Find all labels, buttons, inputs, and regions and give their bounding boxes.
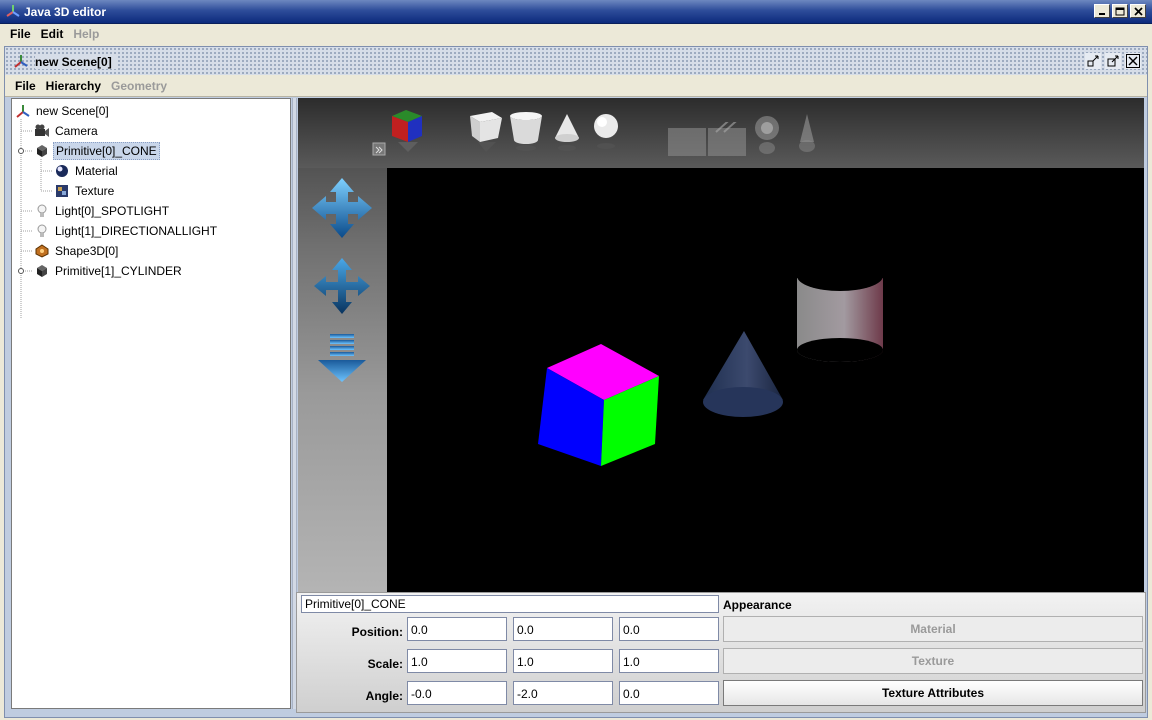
tree-node-label: Shape3D[0] (55, 244, 119, 258)
scene-menubar: File Hierarchy Geometry (5, 75, 1147, 97)
tree-node-camera[interactable]: Camera (34, 122, 100, 140)
tree-node-label: Light[0]_SPOTLIGHT (55, 204, 170, 218)
frame-close-button[interactable] (1125, 53, 1141, 69)
shape3d-icon (34, 243, 50, 259)
restore-icon (1107, 55, 1119, 67)
tree-node-scene[interactable]: new Scene[0] (15, 102, 111, 120)
scene-cone-object[interactable] (703, 331, 783, 417)
viewport-panel (298, 98, 1144, 592)
scene-cube-object[interactable] (538, 344, 659, 466)
3d-canvas[interactable] (387, 168, 1144, 592)
texture-attributes-button[interactable]: Texture Attributes (723, 680, 1143, 706)
point-light-icon[interactable] (750, 112, 784, 158)
texture-icon (54, 183, 70, 199)
position-z-field[interactable]: 0.0 (619, 617, 719, 641)
frame-iconify-button[interactable] (1085, 53, 1101, 69)
move-down-icon[interactable] (316, 332, 368, 384)
cylinder-icon[interactable] (508, 110, 546, 154)
scene-axes-icon (14, 55, 28, 68)
tree-node-texture[interactable]: Texture (54, 182, 116, 200)
maximize-icon (1115, 7, 1125, 15)
menu-help[interactable]: Help (68, 27, 104, 41)
expand-toolbar-icon[interactable] (372, 142, 386, 156)
tree-node-primitive-cone[interactable]: Primitive[0]_CONE (34, 142, 160, 160)
tree-node-label: new Scene[0] (36, 104, 109, 118)
scale-x-field[interactable]: 1.0 (407, 649, 507, 673)
java-app-icon (6, 5, 20, 17)
minimize-button[interactable] (1094, 4, 1110, 18)
close-button[interactable] (1130, 4, 1146, 18)
position-x-field[interactable]: 0.0 (407, 617, 507, 641)
3d-scene-render[interactable] (387, 168, 1144, 592)
scene-title: new Scene[0] (35, 55, 116, 69)
tree-node-directionallight[interactable]: Light[1]_DIRECTIONALLIGHT (34, 222, 219, 240)
tree-node-spotlight[interactable]: Light[0]_SPOTLIGHT (34, 202, 171, 220)
scene-menu-file[interactable]: File (10, 79, 41, 93)
tree-node-shape3d[interactable]: Shape3D[0] (34, 242, 120, 260)
plane-icon[interactable] (666, 122, 746, 158)
iconify-icon (1087, 55, 1099, 67)
scene-hierarchy-tree[interactable]: new Scene[0] Camera Primitive[0]_CONE Ma… (11, 98, 291, 709)
position-label: Position: (351, 625, 403, 639)
geometry-toolbar (298, 98, 1144, 168)
lightbulb-icon (34, 203, 50, 219)
primitive-cube-icon (34, 263, 50, 279)
scene-titlebar[interactable]: new Scene[0] (5, 47, 1147, 75)
cone-icon[interactable] (553, 112, 583, 154)
tree-node-label: Light[1]_DIRECTIONALLIGHT (55, 224, 218, 238)
menu-edit[interactable]: Edit (36, 27, 69, 41)
appearance-label: Appearance (723, 598, 792, 612)
material-button[interactable]: Material (723, 616, 1143, 642)
tree-node-label: Primitive[0]_CONE (53, 142, 160, 160)
spot-light-icon[interactable] (794, 112, 820, 158)
object-name-input[interactable] (301, 595, 719, 613)
minimize-icon (1099, 13, 1105, 15)
scene-menu-geometry[interactable]: Geometry (106, 79, 172, 93)
scene-internal-frame: new Scene[0] File Hierarchy Geometry new… (4, 46, 1148, 718)
box-icon[interactable] (468, 110, 506, 154)
window-title: Java 3D editor (24, 5, 107, 19)
tree-node-label: Primitive[1]_CYLINDER (55, 264, 182, 278)
maximize-button[interactable] (1112, 4, 1128, 18)
color-cube-icon[interactable] (388, 108, 428, 154)
close-icon (1133, 6, 1143, 16)
scale-label: Scale: (367, 657, 403, 671)
tree-node-material[interactable]: Material (54, 162, 120, 180)
properties-panel: Appearance Position: 0.0 0.0 0.0 Scale: … (296, 592, 1146, 713)
tree-node-label: Camera (55, 124, 98, 138)
tree-node-primitive-cylinder[interactable]: Primitive[1]_CYLINDER (34, 262, 184, 280)
angle-z-field[interactable]: 0.0 (619, 681, 719, 705)
texture-button[interactable]: Texture (723, 648, 1143, 674)
frame-maximize-button[interactable] (1105, 53, 1121, 69)
scene-cylinder-object[interactable] (797, 261, 883, 362)
scene-axes-icon (15, 103, 31, 119)
angle-y-field[interactable]: -2.0 (513, 681, 613, 705)
sphere-icon[interactable] (591, 112, 621, 154)
angle-label: Angle: (365, 689, 403, 703)
tree-node-label: Material (75, 164, 118, 178)
lightbulb-icon (34, 223, 50, 239)
move-xz-icon[interactable] (310, 176, 374, 240)
main-menubar: File Edit Help (0, 24, 1152, 44)
scale-y-field[interactable]: 1.0 (513, 649, 613, 673)
scale-z-field[interactable]: 1.0 (619, 649, 719, 673)
tree-node-label: Texture (75, 184, 115, 198)
primitive-cube-icon (34, 143, 50, 159)
close-icon (1126, 54, 1140, 68)
camera-icon (34, 123, 50, 139)
position-y-field[interactable]: 0.0 (513, 617, 613, 641)
scene-menu-hierarchy[interactable]: Hierarchy (41, 79, 106, 93)
move-xy-icon[interactable] (312, 256, 372, 316)
material-icon (54, 163, 70, 179)
menu-file[interactable]: File (5, 27, 36, 41)
angle-x-field[interactable]: -0.0 (407, 681, 507, 705)
window-titlebar[interactable]: Java 3D editor (0, 0, 1152, 24)
